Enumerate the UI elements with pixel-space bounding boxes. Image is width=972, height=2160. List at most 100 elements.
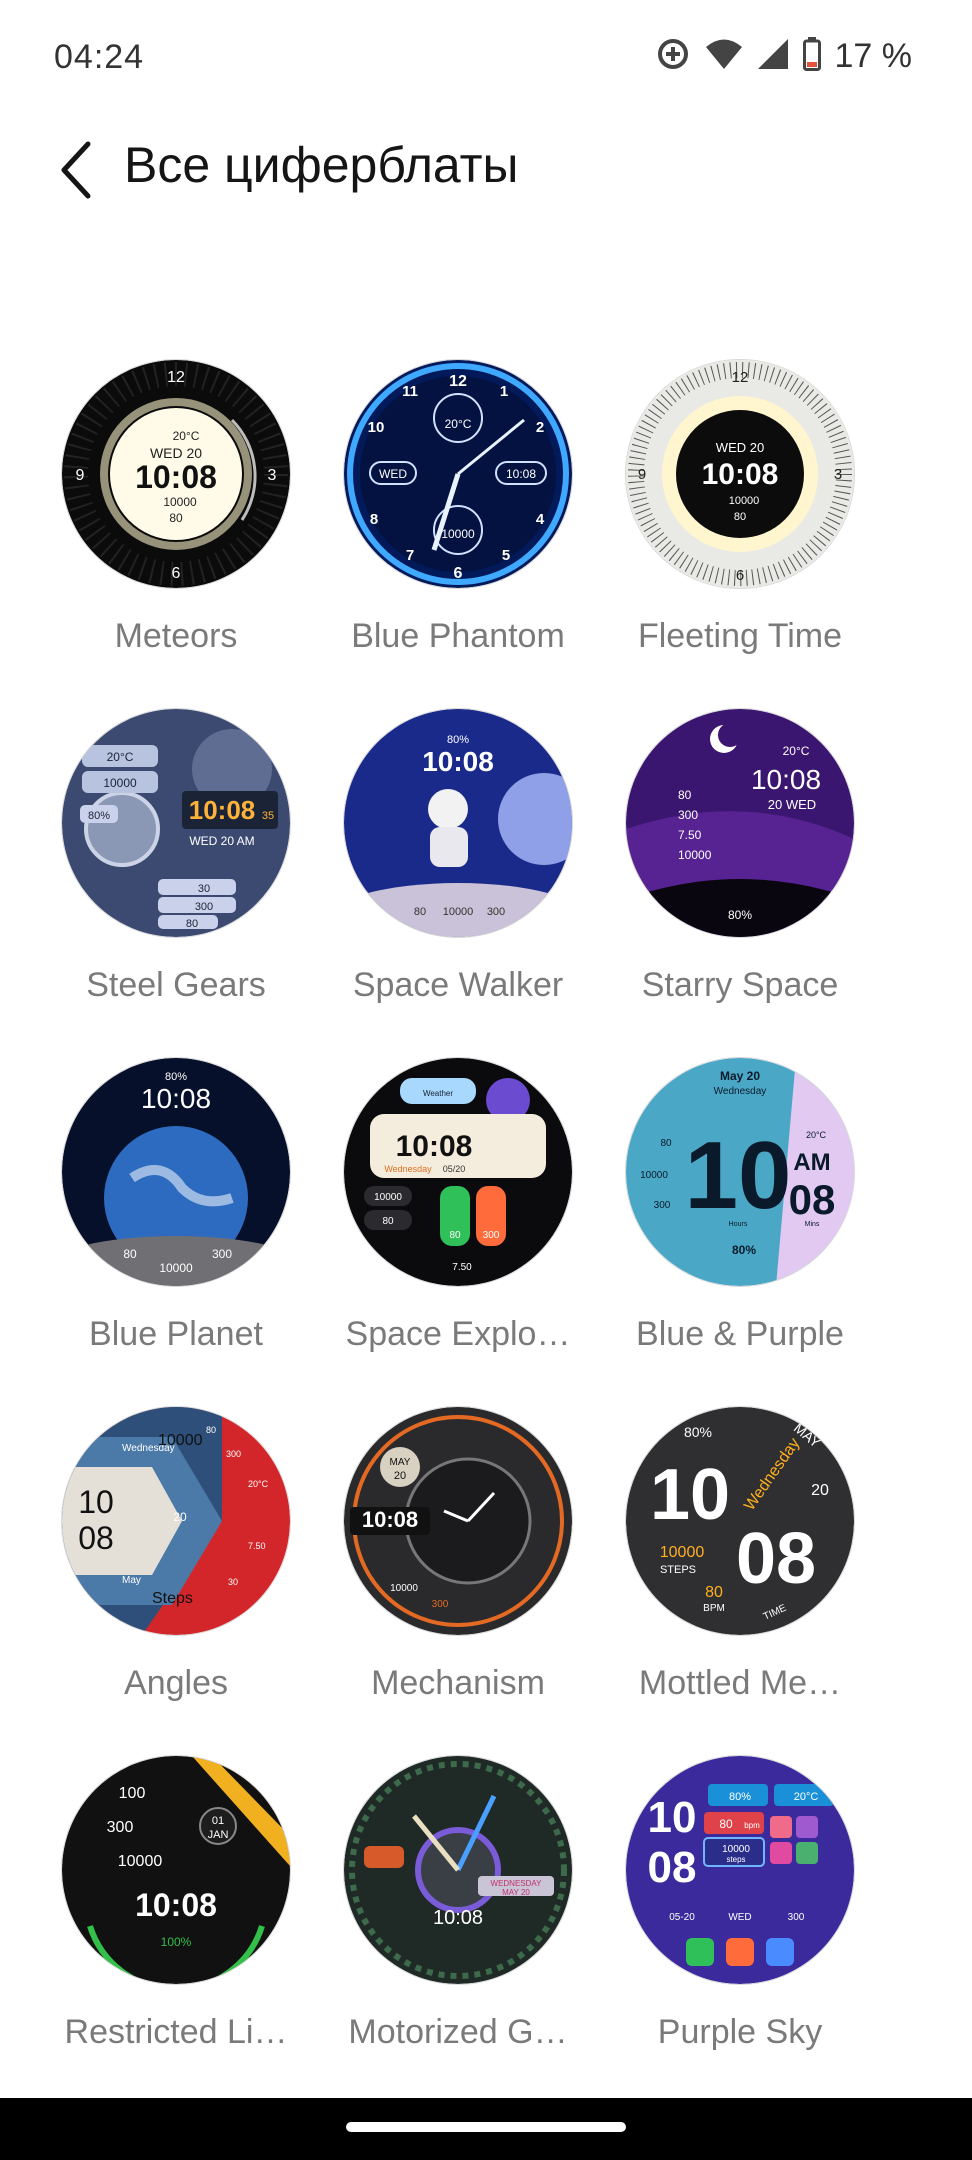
svg-text:steps: steps: [726, 1855, 745, 1864]
chevron-left-icon: [61, 141, 91, 199]
watch-face-name: Steel Gears: [86, 966, 266, 1004]
svg-text:Wednesday: Wednesday: [384, 1164, 432, 1174]
svg-text:10:08: 10:08: [189, 795, 256, 825]
svg-text:10:08: 10:08: [433, 1907, 483, 1929]
svg-text:10000: 10000: [640, 1170, 668, 1181]
svg-text:1: 1: [500, 383, 508, 400]
svg-text:May 20: May 20: [720, 1069, 760, 1083]
home-gesture-handle[interactable]: [346, 2122, 626, 2132]
svg-text:MAY: MAY: [390, 1457, 411, 1468]
svg-text:80: 80: [449, 1230, 461, 1241]
grid-row: 10 08 20 Wednesday 10000 May Steps 80 30…: [0, 1402, 972, 1751]
back-button[interactable]: [54, 134, 104, 204]
svg-text:10: 10: [648, 1793, 697, 1842]
grid-row: 12 3 6 9 20°C WED 20 10:08 10000 80 Mete…: [0, 355, 972, 704]
watch-face-tile-purple-sky[interactable]: 10 08 80% 20°C 80 bpm 10000 steps 05-20 …: [590, 1751, 890, 2071]
svg-text:10:08: 10:08: [135, 1887, 217, 1923]
svg-text:bpm: bpm: [744, 1821, 760, 1830]
svg-text:20°C: 20°C: [783, 744, 810, 758]
watch-face-name: Motorized G…: [348, 2013, 568, 2051]
watch-face-preview: 12 3 6 9 WED 20 10:08 10000 80: [626, 360, 854, 588]
svg-text:WED: WED: [379, 467, 407, 481]
svg-text:10:08: 10:08: [702, 458, 779, 491]
watch-face-tile-motorized-gear[interactable]: WEDNESDAY MAY 20 10:08 Motorized G…: [308, 1751, 608, 2071]
svg-text:01: 01: [212, 1815, 224, 1827]
svg-text:10:08: 10:08: [135, 459, 217, 495]
watch-face-tile-space-explorer[interactable]: Weather 10:08 Wednesday 05/20 10000 80 8…: [308, 1053, 608, 1373]
svg-text:5: 5: [502, 547, 510, 564]
watch-face-tile-blue-purple[interactable]: May 20 Wednesday 10 AM 08 20°C Hours Min…: [590, 1053, 890, 1373]
svg-text:20: 20: [811, 1482, 829, 1499]
svg-text:7: 7: [406, 547, 414, 564]
svg-text:Hours: Hours: [729, 1221, 748, 1228]
svg-text:6: 6: [454, 565, 463, 582]
svg-text:300: 300: [432, 1599, 449, 1610]
svg-text:10000: 10000: [443, 906, 474, 918]
svg-text:10000: 10000: [729, 495, 760, 507]
watch-face-preview: 10 08 80% 20°C 80 bpm 10000 steps 05-20 …: [626, 1756, 854, 1984]
watch-face-name: Starry Space: [641, 966, 839, 1004]
watch-face-tile-restricted-line[interactable]: 100 300 10000 01 JAN 10:08 100% Restrict…: [26, 1751, 326, 2071]
status-bar: 04:24 17 %: [0, 0, 972, 120]
watch-face-grid: 12 3 6 9 20°C WED 20 10:08 10000 80 Mete…: [0, 355, 972, 2100]
svg-text:May: May: [122, 1575, 141, 1586]
svg-text:100: 100: [119, 1785, 146, 1802]
watch-face-name: Mechanism: [371, 1664, 545, 1702]
svg-text:20°C: 20°C: [794, 1791, 819, 1803]
watch-face-name: Restricted Li…: [64, 2013, 288, 2051]
watch-face-preview: 20°C 10:08 20 WED 80 300 7.50 10000 80%: [626, 709, 854, 937]
watch-face-preview: 80% 10:08 80 10000 300: [344, 709, 572, 937]
watch-face-tile-mottled-metal[interactable]: 80% Wednesday MAY 20 10 08 10000 STEPS 8…: [590, 1402, 890, 1722]
svg-text:10: 10: [78, 1484, 114, 1520]
svg-text:Wednesday: Wednesday: [714, 1086, 767, 1097]
watch-face-preview: 10 08 20 Wednesday 10000 May Steps 80 30…: [62, 1407, 290, 1635]
watch-face-tile-meteors[interactable]: 12 3 6 9 20°C WED 20 10:08 10000 80 Mete…: [26, 355, 326, 675]
watch-face-tile-fleeting-time[interactable]: 12 3 6 9 WED 20 10:08 10000 80 Fleeting …: [590, 355, 890, 675]
svg-text:80%: 80%: [447, 734, 469, 746]
watch-face-tile-angles[interactable]: 10 08 20 Wednesday 10000 May Steps 80 30…: [26, 1402, 326, 1722]
watch-face-tile-space-walker[interactable]: 80% 10:08 80 10000 300 Space Walker: [308, 704, 608, 1024]
svg-text:80%: 80%: [732, 1243, 756, 1257]
watch-face-preview: 80% Wednesday MAY 20 10 08 10000 STEPS 8…: [626, 1407, 854, 1635]
svg-text:20 WED: 20 WED: [768, 797, 816, 812]
watch-face-tile-mechanism[interactable]: MAY 20 10:08 10000 300 Mechanism: [308, 1402, 608, 1722]
svg-text:300: 300: [483, 1230, 500, 1241]
svg-text:20°C: 20°C: [248, 1479, 269, 1489]
watch-face-tile-steel-gears[interactable]: 20°C 10000 80% 10:08 35 WED 20 AM 30 300…: [26, 704, 326, 1024]
svg-text:20°C: 20°C: [107, 750, 134, 764]
svg-text:10:08: 10:08: [751, 764, 821, 795]
svg-text:WED 20: WED 20: [716, 440, 764, 455]
svg-text:BPM: BPM: [703, 1603, 725, 1614]
status-time: 04:24: [54, 38, 145, 76]
svg-text:10000: 10000: [103, 776, 137, 790]
watch-face-tile-blue-phantom[interactable]: 12 1 2 4 5 6 7 8 10 11 20°C WED 10:08 10…: [308, 355, 608, 675]
svg-text:80: 80: [705, 1584, 723, 1601]
svg-text:4: 4: [536, 511, 545, 528]
svg-text:6: 6: [172, 565, 181, 582]
svg-text:10:08: 10:08: [141, 1083, 211, 1114]
watch-face-name: Space Explo…: [345, 1315, 571, 1353]
svg-text:11: 11: [402, 383, 418, 400]
svg-text:10000: 10000: [390, 1583, 418, 1594]
svg-text:300: 300: [678, 808, 698, 822]
watch-face-preview: 100 300 10000 01 JAN 10:08 100%: [62, 1756, 290, 1984]
svg-text:10: 10: [650, 1455, 730, 1535]
watch-face-tile-starry-space[interactable]: 20°C 10:08 20 WED 80 300 7.50 10000 80% …: [590, 704, 890, 1024]
svg-text:300: 300: [195, 901, 213, 913]
svg-text:AM: AM: [793, 1149, 830, 1176]
svg-text:100%: 100%: [161, 1935, 192, 1949]
svg-text:80: 80: [719, 1817, 733, 1831]
svg-text:6: 6: [736, 567, 744, 584]
svg-text:80%: 80%: [728, 908, 752, 922]
watch-face-name: Purple Sky: [657, 2013, 823, 2051]
svg-text:10000: 10000: [163, 495, 197, 509]
svg-text:10:08: 10:08: [422, 746, 494, 777]
svg-text:80: 80: [186, 918, 198, 930]
watch-face-name: Blue Planet: [89, 1315, 263, 1353]
svg-text:300: 300: [487, 906, 505, 918]
watch-face-name: Angles: [124, 1664, 228, 1702]
svg-text:7.50: 7.50: [452, 1262, 472, 1273]
svg-text:WED 20 AM: WED 20 AM: [189, 834, 254, 848]
svg-text:8: 8: [370, 511, 378, 528]
watch-face-tile-blue-planet[interactable]: 80% 10:08 80 10000 300 Blue Planet: [26, 1053, 326, 1373]
